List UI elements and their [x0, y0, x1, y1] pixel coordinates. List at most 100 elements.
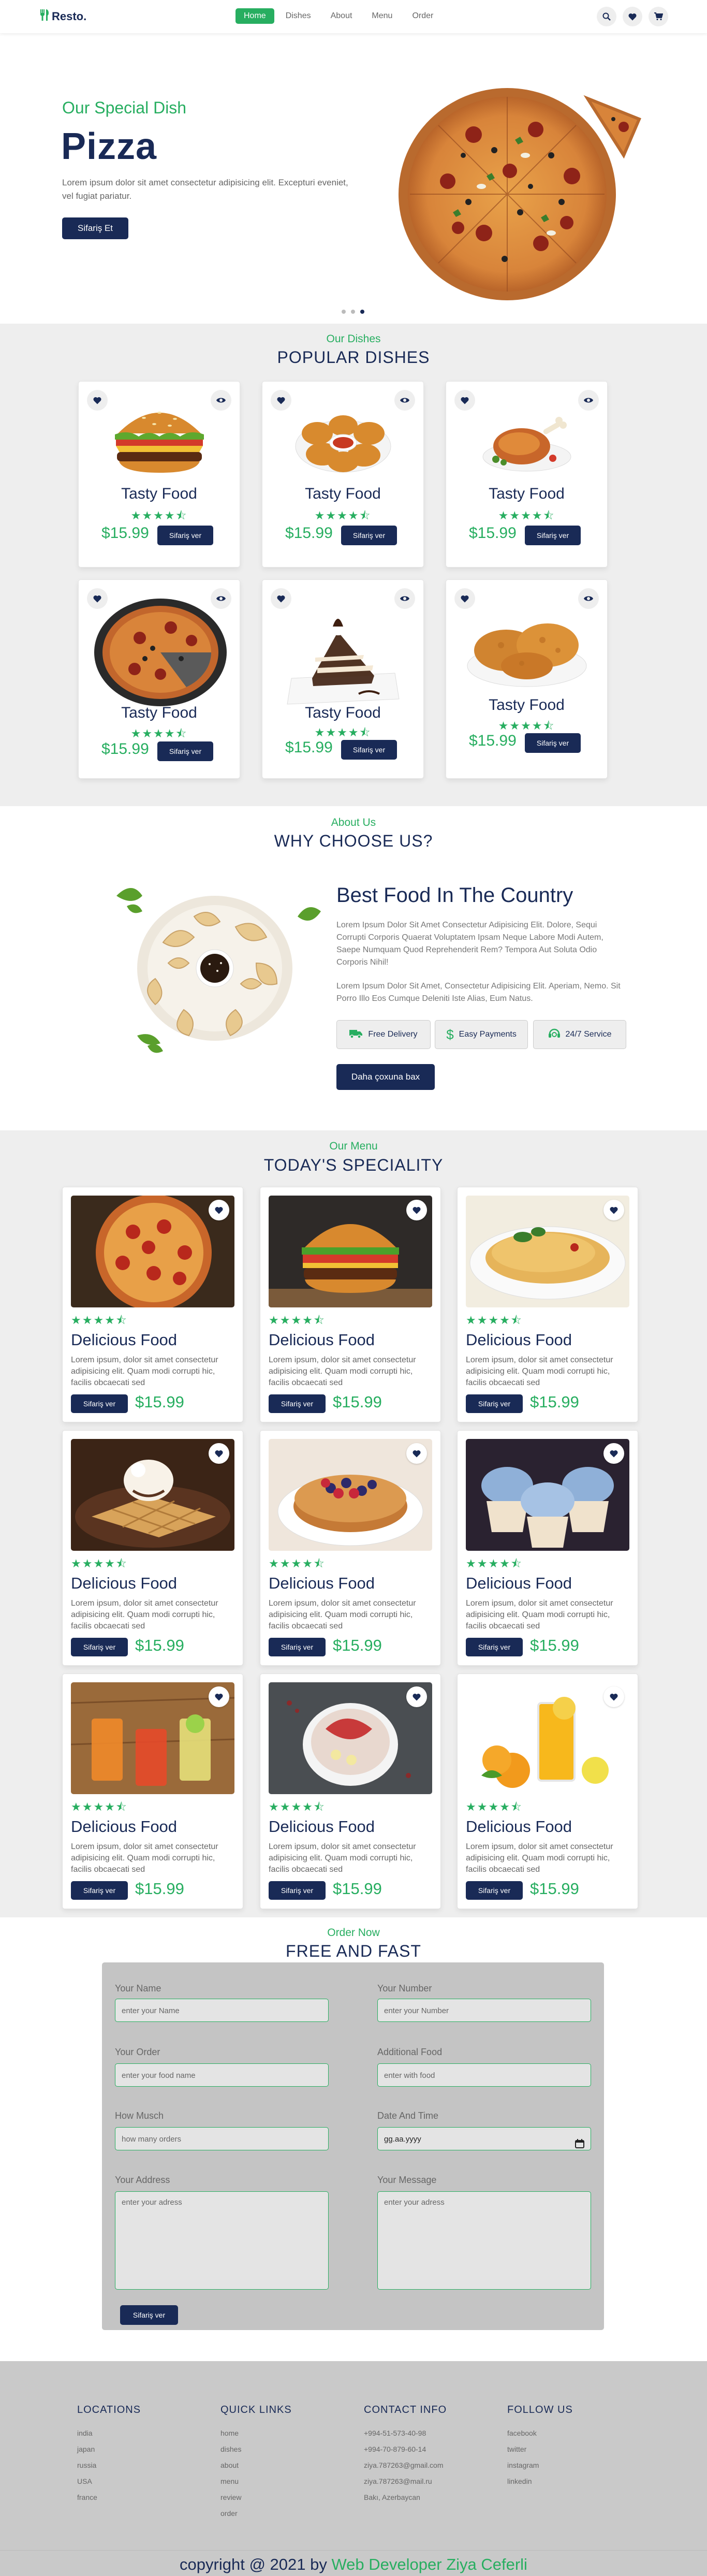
footer-link[interactable]: home	[220, 2425, 292, 2441]
menu-order-button[interactable]: Sifariş ver	[71, 1394, 128, 1413]
about-paragraph-2: Lorem Ipsum Dolor Sit Amet, Consectetur …	[336, 982, 621, 1003]
footer-link[interactable]: about	[220, 2457, 292, 2473]
nav-dishes[interactable]: Dishes	[277, 8, 319, 24]
order-submit-button[interactable]: Sifariş ver	[120, 2305, 178, 2325]
dish-order-button[interactable]: Sifariş ver	[157, 526, 213, 545]
footer-link[interactable]: france	[77, 2490, 141, 2506]
site-footer: LOCATIONS india japan russia USA france …	[0, 2361, 707, 2576]
heart-icon[interactable]	[209, 1200, 229, 1220]
hero-order-button[interactable]: Sifariş Et	[62, 217, 128, 239]
message-textarea[interactable]: enter your adress	[377, 2191, 591, 2290]
dish-image-cake	[281, 601, 405, 711]
menu-order-button[interactable]: Sifariş ver	[269, 1394, 326, 1413]
rating-stars: ★★★★⯪	[466, 1801, 523, 1814]
heart-icon[interactable]	[454, 588, 475, 609]
dish-card: Tasty Food ★★★★⯪ $15.99 Sifariş ver	[78, 381, 240, 567]
menu-order-button[interactable]: Sifariş ver	[466, 1638, 523, 1656]
date-input[interactable]: gg.aa.yyyy	[377, 2127, 591, 2150]
footer-phone[interactable]: +994-51-573-40-98	[364, 2425, 447, 2441]
copyright-author-link[interactable]: Web Developer Ziya Ceferli	[331, 2555, 527, 2573]
footer-link[interactable]: russia	[77, 2457, 141, 2473]
heart-icon[interactable]	[271, 390, 291, 411]
menu-order-button[interactable]: Sifariş ver	[71, 1881, 128, 1900]
feature-free-delivery: Free Delivery	[336, 1020, 431, 1049]
search-icon[interactable]	[597, 7, 616, 26]
footer-heading: CONTACT INFO	[364, 2404, 447, 2415]
nav-home[interactable]: Home	[235, 8, 274, 24]
footer-phone[interactable]: +994-70-879-60-14	[364, 2441, 447, 2457]
additional-food-input[interactable]: enter with food	[377, 2063, 591, 2087]
footer-email[interactable]: ziya.787263@gmail.com	[364, 2457, 447, 2473]
slider-dot[interactable]	[351, 310, 355, 314]
about-more-button[interactable]: Daha çoxuna bax	[336, 1064, 435, 1090]
heart-icon[interactable]	[87, 390, 108, 411]
heart-icon[interactable]	[406, 1686, 427, 1707]
heart-icon[interactable]	[406, 1443, 427, 1464]
calendar-icon[interactable]	[575, 2134, 584, 2158]
cart-icon[interactable]	[649, 7, 668, 26]
nav-menu[interactable]: Menu	[363, 8, 401, 24]
rating-stars: ★★★★⯪	[466, 1558, 523, 1570]
menu-order-button[interactable]: Sifariş ver	[466, 1394, 523, 1413]
heart-icon[interactable]	[406, 1200, 427, 1220]
menu-card: ★★★★⯪ Delicious Food Lorem ipsum, dolor …	[62, 1430, 243, 1666]
nav-order[interactable]: Order	[404, 8, 441, 24]
dish-order-button[interactable]: Sifariş ver	[525, 733, 581, 753]
dish-name: Tasty Food	[121, 485, 197, 502]
menu-order-button[interactable]: Sifariş ver	[466, 1881, 523, 1900]
dish-order-button[interactable]: Sifariş ver	[157, 741, 213, 761]
footer-social-link[interactable]: linkedin	[507, 2473, 573, 2490]
slider-dot[interactable]	[342, 310, 346, 314]
heart-icon[interactable]	[603, 1686, 624, 1707]
hero-section: Our Special Dish Pizza Lorem ipsum dolor…	[0, 36, 707, 324]
dish-order-button[interactable]: Sifariş ver	[341, 740, 397, 760]
dish-order-button[interactable]: Sifariş ver	[525, 526, 581, 545]
eye-icon[interactable]	[578, 588, 599, 609]
heart-icon[interactable]	[209, 1443, 229, 1464]
name-input[interactable]: enter your Name	[115, 1999, 329, 2022]
footer-social-link[interactable]: twitter	[507, 2441, 573, 2457]
heart-icon[interactable]	[454, 390, 475, 411]
slider-dot-active[interactable]	[360, 310, 364, 314]
eye-icon[interactable]	[211, 390, 231, 411]
menu-item-name: Delicious Food	[71, 1574, 178, 1592]
number-input[interactable]: enter your Number	[377, 1999, 591, 2022]
footer-social-link[interactable]: facebook	[507, 2425, 573, 2441]
menu-item-desc: Lorem ipsum, dolor sit amet consectetur …	[71, 1356, 218, 1387]
footer-email[interactable]: ziya.787263@mail.ru	[364, 2473, 447, 2490]
footer-link[interactable]: india	[77, 2425, 141, 2441]
dish-order-button[interactable]: Sifariş ver	[341, 526, 397, 545]
eye-icon[interactable]	[578, 390, 599, 411]
address-textarea[interactable]: enter your adress	[115, 2191, 329, 2290]
footer-social-link[interactable]: instagram	[507, 2457, 573, 2473]
quantity-input[interactable]: how many orders	[115, 2127, 329, 2150]
rating-stars: ★★★★⯪	[71, 1558, 128, 1570]
food-name-input[interactable]: enter your food name	[115, 2063, 329, 2087]
footer-link[interactable]: japan	[77, 2441, 141, 2457]
heart-icon[interactable]	[603, 1443, 624, 1464]
menu-item-desc: Lorem ipsum, dolor sit amet consectetur …	[269, 1842, 416, 1874]
menu-order-button[interactable]: Sifariş ver	[269, 1881, 326, 1900]
menu-order-button[interactable]: Sifariş ver	[71, 1638, 128, 1656]
heart-icon[interactable]	[209, 1686, 229, 1707]
nav-about[interactable]: About	[322, 8, 361, 24]
feature-label: Easy Payments	[459, 1030, 517, 1039]
dish-image-nuggets	[291, 397, 395, 482]
menu-item-name: Delicious Food	[466, 1574, 572, 1592]
heart-icon[interactable]	[603, 1200, 624, 1220]
footer-link[interactable]: USA	[77, 2473, 141, 2490]
footer-link[interactable]: dishes	[220, 2441, 292, 2457]
footer-link[interactable]: menu	[220, 2473, 292, 2490]
heart-icon[interactable]	[623, 7, 642, 26]
header-icons	[597, 7, 668, 26]
footer-link[interactable]: review	[220, 2490, 292, 2506]
rating-stars: ★★★★⯪	[498, 510, 555, 522]
footer-link[interactable]: order	[220, 2506, 292, 2522]
eye-icon[interactable]	[394, 390, 415, 411]
footer-address[interactable]: Bakı, Azerbaycan	[364, 2490, 447, 2506]
menu-order-button[interactable]: Sifariş ver	[269, 1638, 326, 1656]
menu-item-desc: Lorem ipsum, dolor sit amet consectetur …	[466, 1356, 613, 1387]
logo[interactable]: Resto.	[39, 9, 86, 24]
rating-stars: ★★★★⯪	[71, 1801, 128, 1814]
menu-item-desc: Lorem ipsum, dolor sit amet consectetur …	[466, 1599, 613, 1631]
